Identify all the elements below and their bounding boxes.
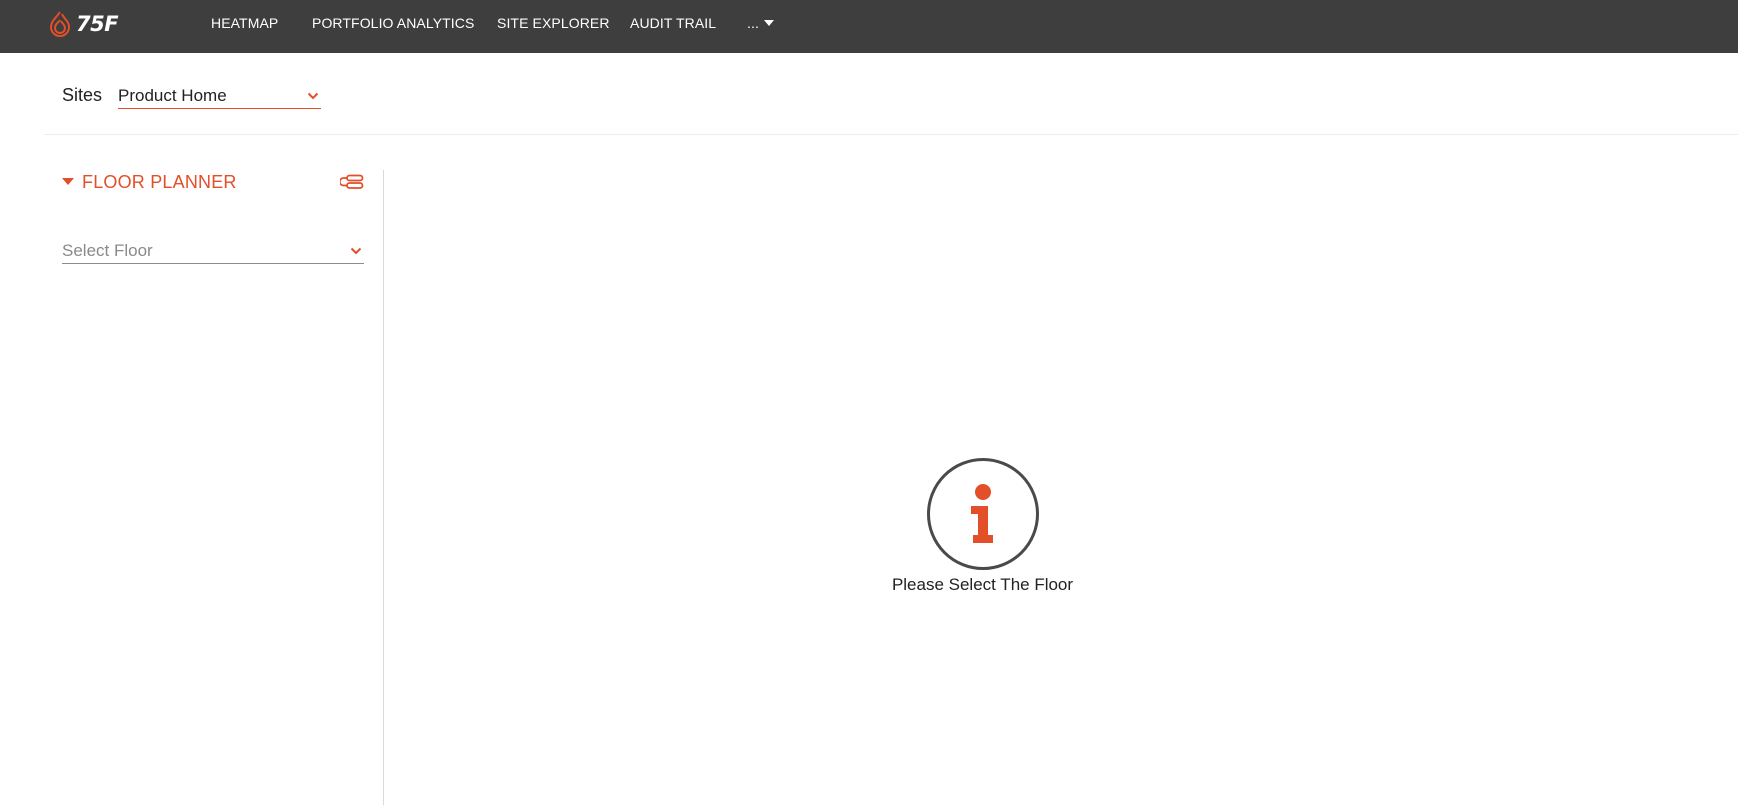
floor-planner-toggle[interactable]: FLOOR PLANNER <box>62 172 237 193</box>
nav-more-label: ... <box>747 15 759 31</box>
sites-label: Sites <box>62 85 103 105</box>
nav-heatmap[interactable]: HEATMAP <box>211 15 278 31</box>
info-icon <box>926 458 1039 570</box>
top-navigation-bar: 75F HEATMAP PORTFOLIO ANALYTICS SITE EXP… <box>0 0 1738 53</box>
sites-selected-value: Product Home <box>118 85 227 105</box>
floor-select-dropdown[interactable]: Select Floor <box>62 238 364 264</box>
nav-site-explorer[interactable]: SITE EXPLORER <box>497 15 610 31</box>
floor-planner-panel: FLOOR PLANNER Select Floor <box>44 170 384 805</box>
caret-down-icon <box>763 20 774 26</box>
flame-logo-icon <box>49 11 71 37</box>
floor-select-placeholder: Select Floor <box>62 240 153 260</box>
logo-text: 75F <box>76 12 119 36</box>
sites-dropdown[interactable]: Product Home <box>118 83 321 109</box>
floor-planner-title: FLOOR PLANNER <box>82 171 237 192</box>
layers-toggle-icon[interactable] <box>340 174 364 190</box>
nav-portfolio-analytics[interactable]: PORTFOLIO ANALYTICS <box>312 15 474 31</box>
brand-logo[interactable]: 75F <box>48 9 119 39</box>
empty-state-message: Please Select The Floor <box>891 575 1074 594</box>
empty-state: Please Select The Floor <box>880 458 1085 595</box>
floor-planner-header: FLOOR PLANNER <box>62 170 364 194</box>
info-glyph <box>970 484 993 543</box>
site-selector-bar: Sites Product Home <box>44 53 1738 135</box>
nav-more-menu[interactable]: ... <box>747 15 775 31</box>
chevron-down-icon <box>350 247 362 254</box>
caret-down-icon <box>62 178 74 185</box>
chevron-down-icon <box>307 92 319 99</box>
nav-audit-trail[interactable]: AUDIT TRAIL <box>630 15 716 31</box>
